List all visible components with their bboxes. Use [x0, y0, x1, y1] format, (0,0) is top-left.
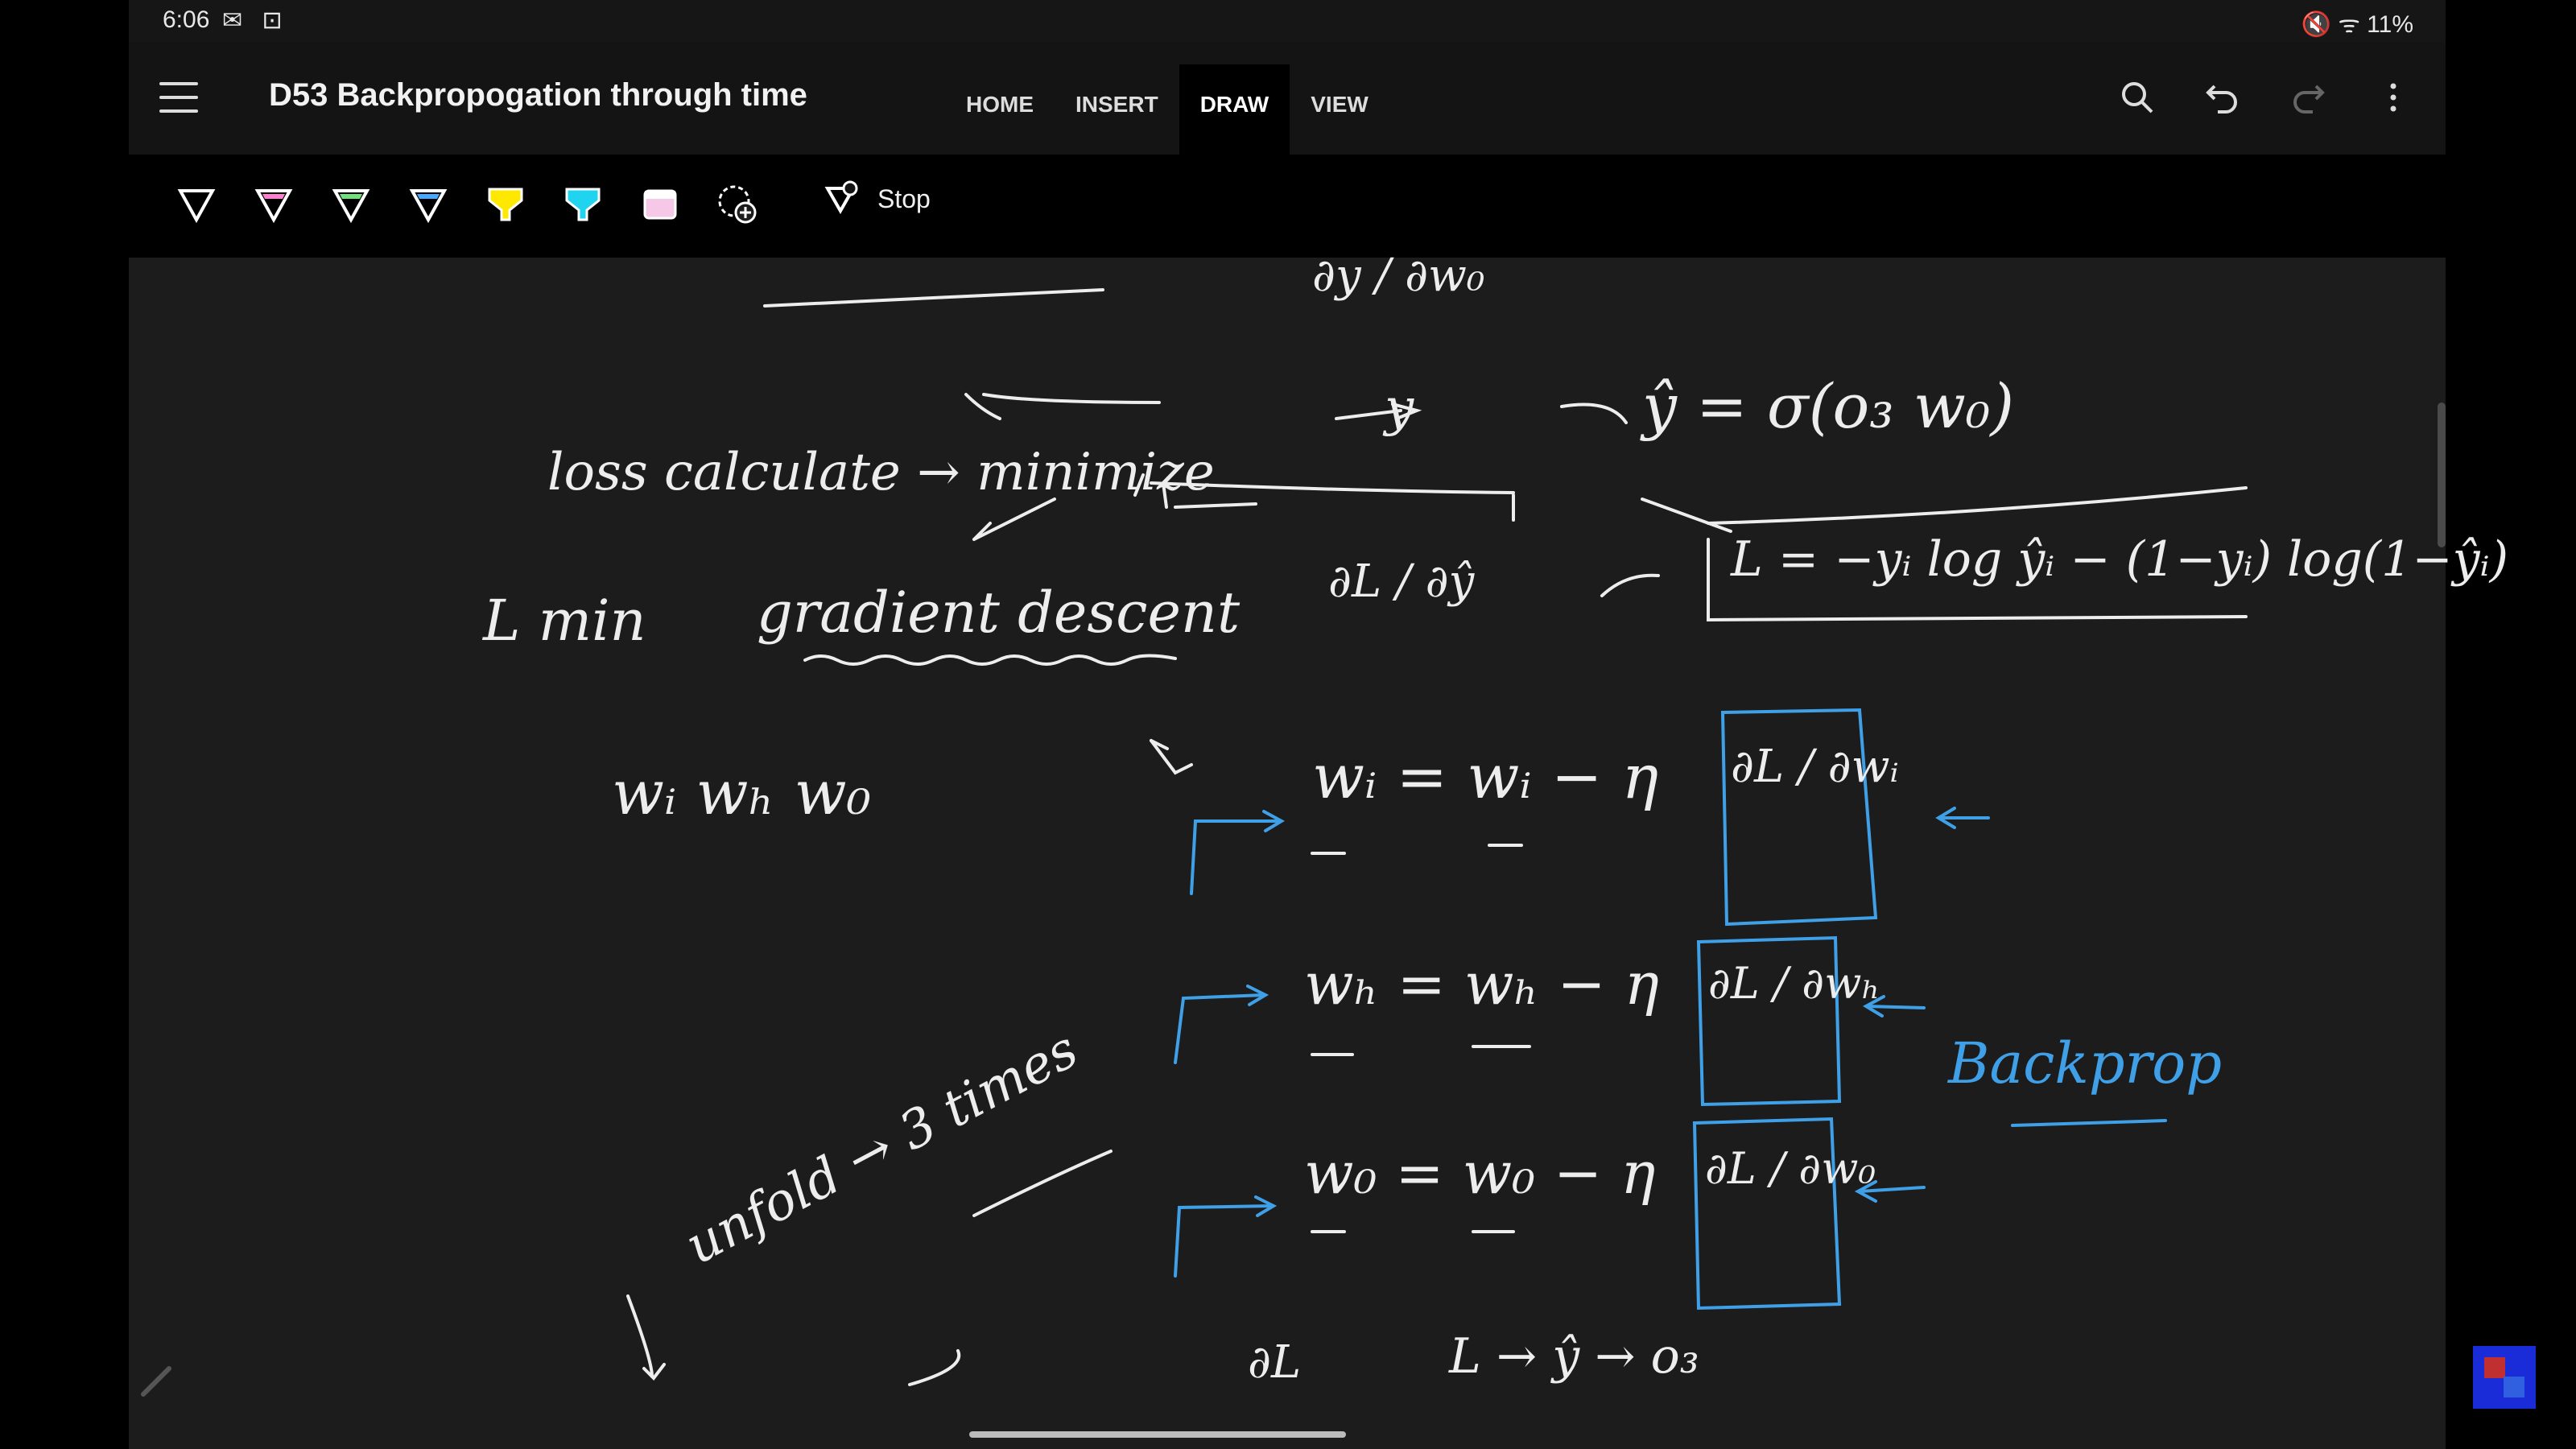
ink-strokes — [626, 288, 2248, 1386]
pen-pink-icon[interactable] — [250, 180, 298, 229]
ink-loss-equation: L = −yᵢ log ŷᵢ − (1−yᵢ) log(1−ŷᵢ) — [1731, 531, 2509, 588]
replay-icon — [824, 180, 858, 215]
ink-wi-update: wᵢ = wᵢ − η — [1312, 741, 1659, 812]
notification-icons: ✉ ⊡ — [222, 7, 289, 34]
app-header: D53 Backpropogation through time HOME IN… — [129, 42, 2446, 155]
onenote-app: 6:06 ✉ ⊡ 🔇 ᯤ 11% D53 Backpropogation thr… — [129, 0, 2508, 1449]
tab-insert[interactable]: INSERT — [1055, 64, 1179, 155]
redo-icon[interactable] — [2288, 77, 2328, 118]
pen-blue-icon[interactable] — [404, 180, 452, 229]
ink-y: y — [1385, 378, 1414, 438]
status-time: 6:06 — [163, 6, 210, 33]
ink-yhat-equation: ŷ = σ(o₃ w₀) — [1642, 370, 2015, 442]
search-icon[interactable] — [2117, 77, 2157, 118]
more-options-icon[interactable] — [2373, 77, 2413, 118]
status-bar: 6:06 ✉ ⊡ 🔇 ᯤ 11% — [129, 0, 2446, 42]
draw-toolbar: Stop — [129, 155, 2446, 258]
pen-edit-icon[interactable] — [137, 1360, 177, 1401]
highlighter-cyan-icon[interactable] — [559, 180, 607, 229]
ink-gradient-descent: gradient descent — [757, 580, 1241, 646]
battery-status: 🔇 ᯤ 11% — [2301, 11, 2413, 38]
ink-dl-dwh: ∂L / ∂wₕ — [1708, 958, 1880, 1009]
ribbon-tabs: HOME INSERT DRAW VIEW — [945, 64, 1389, 155]
eraser-icon[interactable] — [636, 180, 684, 229]
add-pen-icon[interactable] — [713, 180, 762, 229]
battery-level: 11% — [2367, 11, 2413, 38]
overlay-badge-icon — [2473, 1346, 2536, 1409]
tab-draw[interactable]: DRAW — [1179, 64, 1290, 155]
undo-icon[interactable] — [2202, 77, 2243, 118]
ink-loss-calculate: loss calculate → minimize — [547, 443, 1215, 502]
ink-canvas[interactable]: loss calculate → minimize L min gradient… — [129, 250, 2508, 1423]
ink-dy-dwo: ∂y / ∂w₀ — [1312, 250, 1485, 302]
tab-view[interactable]: VIEW — [1290, 64, 1389, 155]
ink-weights: wᵢ wₕ w₀ — [612, 757, 872, 828]
pen-green-icon[interactable] — [327, 180, 375, 229]
ink-wh-update: wₕ = wₕ − η — [1304, 950, 1659, 1018]
ink-bottom-chain: L → ŷ → o₃ — [1449, 1328, 1699, 1385]
ink-backprop: Backprop — [1948, 1030, 2223, 1096]
ink-bottom-dl: ∂L — [1248, 1336, 1302, 1389]
ink-dl-dwi: ∂L / ∂wᵢ — [1731, 741, 1899, 793]
home-indicator[interactable] — [969, 1431, 1346, 1438]
highlighter-yellow-icon[interactable] — [481, 180, 530, 229]
menu-icon[interactable] — [159, 82, 198, 114]
page-title: D53 Backpropogation through time — [269, 77, 807, 113]
header-actions — [2117, 77, 2413, 118]
ink-wo-update: w₀ = w₀ − η — [1304, 1139, 1656, 1207]
stop-replay-button[interactable]: Stop — [821, 179, 931, 219]
ink-dl-dyhat: ∂L / ∂ŷ — [1328, 555, 1475, 608]
stop-label: Stop — [877, 184, 931, 213]
ink-l-min: L min — [483, 588, 646, 654]
ink-dl-dwo: ∂L / ∂w₀ — [1705, 1143, 1876, 1194]
tab-home[interactable]: HOME — [945, 64, 1055, 155]
pen-white-icon[interactable] — [172, 180, 221, 229]
vertical-scrollbar[interactable] — [2438, 402, 2446, 547]
